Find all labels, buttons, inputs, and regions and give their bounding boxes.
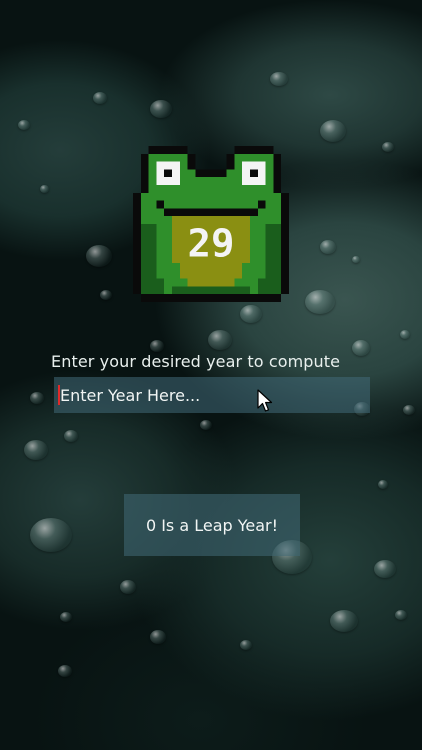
year-input[interactable]: [54, 377, 370, 413]
app-screen: 29 Enter your desired year to compute 0 …: [0, 0, 422, 750]
leap-year-result-text: 0 Is a Leap Year!: [145, 515, 279, 535]
leap-year-result-box[interactable]: 0 Is a Leap Year!: [124, 494, 300, 556]
text-caret: [58, 385, 60, 405]
year-prompt-label: Enter your desired year to compute: [51, 352, 341, 371]
frog-day-number: 29: [188, 222, 235, 267]
pixel-frog-icon: 29: [133, 146, 289, 302]
mouse-pointer-icon: [257, 389, 273, 412]
